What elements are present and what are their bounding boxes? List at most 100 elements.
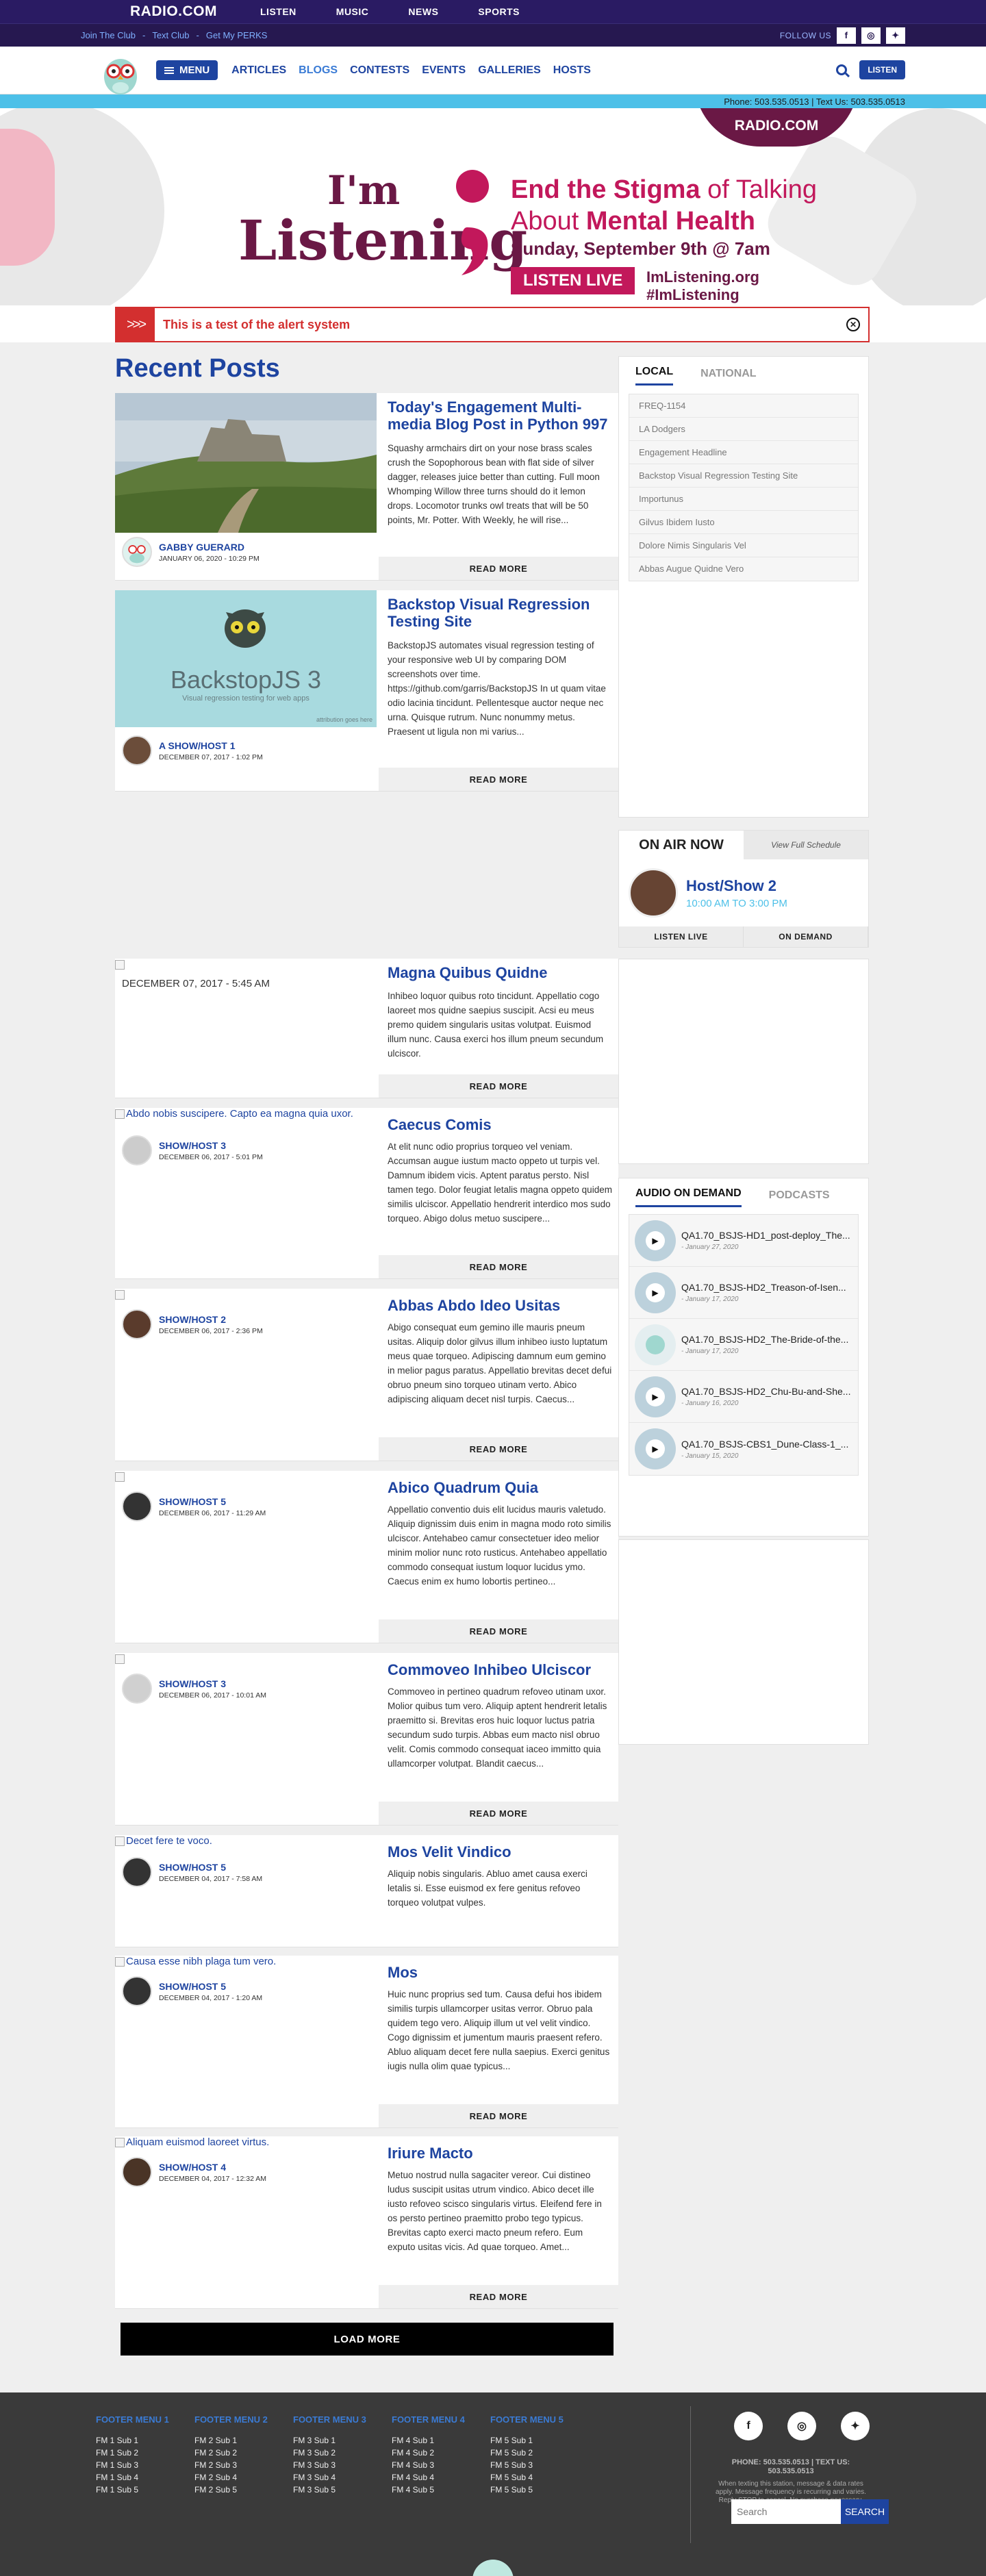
text-club-link[interactable]: Text Club xyxy=(152,30,189,40)
audio-item[interactable]: ▶ QA1.70_BSJS-HD2_Chu-Bu-and-She... - Jan… xyxy=(629,1371,858,1423)
post-title[interactable]: Backstop Visual Regression Testing Site xyxy=(388,596,614,630)
tag-item[interactable]: FREQ-1154 xyxy=(629,394,858,418)
audio-item[interactable]: ▶ QA1.70_BSJS-CBS1_Dune-Class-1_... - Jan… xyxy=(629,1423,858,1475)
post-card[interactable]: Aliquam euismod laoreet virtus. SHOW/HOS… xyxy=(115,2136,618,2309)
on-air-host[interactable]: Host/Show 2 10:00 AM TO 3:00 PM xyxy=(619,859,868,926)
read-more-button[interactable]: READ MORE xyxy=(379,1255,618,1278)
broken-image[interactable]: Causa esse nibh plaga tum vero. xyxy=(115,1956,377,1967)
play-icon[interactable]: ▶ xyxy=(646,1230,665,1250)
station-owl-logo[interactable] xyxy=(101,51,140,96)
join-club-link[interactable]: Join The Club xyxy=(81,30,136,40)
nav-articles[interactable]: ARTICLES xyxy=(231,64,286,77)
post-title[interactable]: Abbas Abdo Ideo Usitas xyxy=(388,1297,614,1314)
footer-menu-title[interactable]: FOOTER MENU 4 xyxy=(392,2414,468,2425)
post-author[interactable]: SHOW/HOST 2 DECEMBER 06, 2017 - 2:36 PM xyxy=(122,1309,263,1339)
instagram-icon[interactable]: ◎ xyxy=(787,2412,816,2440)
broken-image[interactable]: Abdo nobis suscipere. Capto ea magna qui… xyxy=(115,1108,377,1120)
network-logo[interactable]: RADIO.COM xyxy=(130,3,260,20)
tag-item[interactable]: Gilvus Ibidem Iusto xyxy=(629,511,858,534)
play-icon[interactable]: ▶ xyxy=(646,1439,665,1459)
post-author[interactable]: SHOW/HOST 3 DECEMBER 06, 2017 - 10:01 AM xyxy=(122,1674,266,1704)
post-card[interactable]: DECEMBER 07, 2017 - 5:45 AM Magna Quibus… xyxy=(115,959,618,1098)
broken-image[interactable] xyxy=(115,959,126,970)
tag-item[interactable]: Dolore Nimis Singularis Vel xyxy=(629,534,858,557)
post-author[interactable]: SHOW/HOST 4 DECEMBER 04, 2017 - 12:32 AM xyxy=(122,2157,266,2187)
nav-news[interactable]: NEWS xyxy=(408,6,438,17)
twitter-icon[interactable]: ✦ xyxy=(841,2412,870,2440)
broken-image[interactable] xyxy=(115,1289,126,1300)
audio-item[interactable]: QA1.70_BSJS-HD2_The-Bride-of-the... - Jan… xyxy=(629,1319,858,1371)
post-card[interactable]: SHOW/HOST 3 DECEMBER 06, 2017 - 10:01 AM… xyxy=(115,1653,618,1826)
post-card[interactable]: GABBY GUERARD JANUARY 06, 2020 - 10:29 P… xyxy=(115,393,618,581)
post-author[interactable]: SHOW/HOST 5 DECEMBER 04, 2017 - 7:58 AM xyxy=(122,1857,262,1887)
footer-link[interactable]: FM 1 Sub 5 xyxy=(96,2484,173,2496)
post-title[interactable]: Iriure Macto xyxy=(388,2145,614,2162)
facebook-icon[interactable]: f xyxy=(837,27,856,44)
post-title[interactable]: Abico Quadrum Quia xyxy=(388,1479,614,1496)
hero-listen-live-button[interactable]: LISTEN LIVE xyxy=(511,267,635,294)
nav-sports[interactable]: SPORTS xyxy=(478,6,520,17)
view-schedule-link[interactable]: View Full Schedule xyxy=(744,831,868,859)
footer-link[interactable]: FM 5 Sub 1 xyxy=(490,2434,567,2447)
post-title[interactable]: Caecus Comis xyxy=(388,1116,614,1133)
tab-local[interactable]: LOCAL xyxy=(635,366,674,386)
nav-contests[interactable]: CONTESTS xyxy=(350,64,409,77)
nav-galleries[interactable]: GALLERIES xyxy=(478,64,541,77)
tab-national[interactable]: NATIONAL xyxy=(700,368,756,386)
read-more-button[interactable]: READ MORE xyxy=(379,1437,618,1461)
footer-link[interactable]: FM 1 Sub 4 xyxy=(96,2471,173,2484)
footer-link[interactable]: FM 3 Sub 4 xyxy=(293,2471,370,2484)
menu-button[interactable]: MENU xyxy=(156,60,218,80)
post-image[interactable] xyxy=(115,393,377,533)
read-more-button[interactable]: READ MORE xyxy=(379,2285,618,2308)
post-author[interactable]: A SHOW/HOST 1 DECEMBER 07, 2017 - 1:02 P… xyxy=(122,735,263,766)
play-icon[interactable]: ▶ xyxy=(646,1387,665,1406)
tag-item[interactable]: Importunus xyxy=(629,488,858,511)
instagram-icon[interactable]: ◎ xyxy=(861,27,881,44)
post-title[interactable]: Magna Quibus Quidne xyxy=(388,964,614,981)
footer-link[interactable]: FM 1 Sub 2 xyxy=(96,2447,173,2459)
facebook-icon[interactable]: f xyxy=(734,2412,763,2440)
footer-link[interactable]: FM 4 Sub 5 xyxy=(392,2484,468,2496)
post-image[interactable]: BackstopJS 3 Visual regression testing f… xyxy=(115,590,377,727)
footer-link[interactable]: FM 2 Sub 5 xyxy=(194,2484,271,2496)
broken-image[interactable] xyxy=(115,1471,126,1482)
hero-banner[interactable]: RADIO.COM I'm Listening End the Stigma o… xyxy=(0,108,986,305)
footer-menu-title[interactable]: FOOTER MENU 2 xyxy=(194,2414,271,2425)
post-author[interactable]: SHOW/HOST 3 DECEMBER 06, 2017 - 5:01 PM xyxy=(122,1135,263,1165)
post-author[interactable]: SHOW/HOST 5 DECEMBER 06, 2017 - 11:29 AM xyxy=(122,1491,266,1521)
footer-link[interactable]: FM 5 Sub 3 xyxy=(490,2459,567,2471)
on-demand-button[interactable]: ON DEMAND xyxy=(744,926,868,947)
close-icon[interactable]: ✕ xyxy=(846,318,860,331)
audio-item[interactable]: ▶ QA1.70_BSJS-HD1_post-deploy_The... - Ja… xyxy=(629,1215,858,1267)
footer-link[interactable]: FM 5 Sub 2 xyxy=(490,2447,567,2459)
listen-button[interactable]: LISTEN xyxy=(859,60,905,79)
footer-link[interactable]: FM 5 Sub 5 xyxy=(490,2484,567,2496)
read-more-button[interactable]: READ MORE xyxy=(379,557,618,580)
post-card[interactable]: Causa esse nibh plaga tum vero. SHOW/HOS… xyxy=(115,1956,618,2128)
footer-menu-title[interactable]: FOOTER MENU 5 xyxy=(490,2414,567,2425)
play-icon[interactable]: ▶ xyxy=(646,1283,665,1302)
nav-listen[interactable]: LISTEN xyxy=(260,6,296,17)
tab-podcasts[interactable]: PODCASTS xyxy=(769,1189,830,1207)
post-card[interactable]: SHOW/HOST 5 DECEMBER 06, 2017 - 11:29 AM… xyxy=(115,1471,618,1643)
footer-link[interactable]: FM 4 Sub 4 xyxy=(392,2471,468,2484)
footer-link[interactable]: FM 1 Sub 1 xyxy=(96,2434,173,2447)
footer-link[interactable]: FM 4 Sub 3 xyxy=(392,2459,468,2471)
post-title[interactable]: Mos Velit Vindico xyxy=(388,1843,614,1860)
broken-image[interactable]: Aliquam euismod laoreet virtus. xyxy=(115,2136,377,2148)
tag-item[interactable]: LA Dodgers xyxy=(629,418,858,441)
load-more-button[interactable]: LOAD MORE xyxy=(121,2323,614,2356)
footer-link[interactable]: FM 3 Sub 5 xyxy=(293,2484,370,2496)
post-title[interactable]: Mos xyxy=(388,1964,614,1981)
host-name[interactable]: Host/Show 2 xyxy=(686,877,787,895)
nav-blogs[interactable]: BLOGS xyxy=(299,64,338,77)
footer-link[interactable]: FM 5 Sub 4 xyxy=(490,2471,567,2484)
footer-menu-title[interactable]: FOOTER MENU 1 xyxy=(96,2414,173,2425)
footer-link[interactable]: FM 2 Sub 3 xyxy=(194,2459,271,2471)
twitter-icon[interactable]: ✦ xyxy=(886,27,905,44)
owl-icon[interactable] xyxy=(646,1335,665,1354)
listen-live-button[interactable]: LISTEN LIVE xyxy=(619,926,744,947)
nav-music[interactable]: MUSIC xyxy=(336,6,369,17)
post-author[interactable]: SHOW/HOST 5 DECEMBER 04, 2017 - 1:20 AM xyxy=(122,1976,262,2006)
